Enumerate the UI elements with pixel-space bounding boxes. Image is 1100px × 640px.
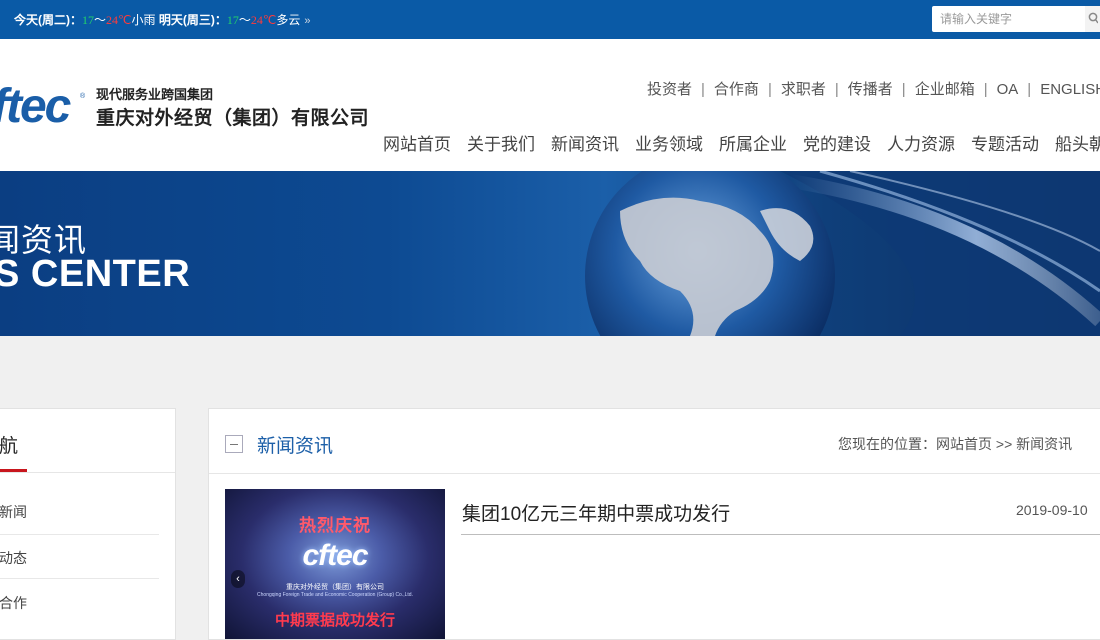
thumb-headline: 热烈庆祝 <box>299 516 371 535</box>
separator: | <box>834 81 839 98</box>
logo-tagline: 现代服务业跨国集团 <box>96 87 214 102</box>
thumb-logo: cftec <box>302 539 368 572</box>
nav-subsidiaries[interactable]: 所属企业 <box>719 135 787 154</box>
util-link-jobseeker[interactable]: 求职者 <box>781 81 826 98</box>
today-high-temp: 24℃ <box>106 13 132 27</box>
util-link-partner[interactable]: 合作商 <box>714 81 759 98</box>
divider <box>209 473 1100 474</box>
separator: | <box>983 81 988 98</box>
banner-title-en: S CENTER <box>0 253 191 295</box>
utility-links: 投资者 | 合作商 | 求职者 | 传播者 | 企业邮箱 | OA | ENGLISH <box>647 78 1100 99</box>
breadcrumb: 您现在的位置：网站首页 >> 新闻资讯 <box>838 436 1073 452</box>
separator: | <box>767 81 772 98</box>
nav-hr[interactable]: 人力资源 <box>887 135 955 154</box>
today-label: 今天(周二)： <box>14 13 82 27</box>
separator: | <box>701 81 705 98</box>
search-input[interactable] <box>932 6 1082 32</box>
thumb-company: 重庆对外经贸（集团）有限公司 <box>286 584 384 591</box>
tilde: ～ <box>94 13 107 27</box>
tomorrow-condition: 多云 <box>276 13 301 27</box>
chevron-left-icon[interactable]: ‹ <box>231 570 245 588</box>
util-link-mail[interactable]: 企业邮箱 <box>915 81 975 98</box>
util-link-english[interactable]: ENGLISH <box>1040 81 1100 98</box>
site-header: ftec ® 现代服务业跨国集团 重庆对外经贸（集团）有限公司 投资者 | 合作商 |… <box>0 39 1100 171</box>
sidebar-item-news[interactable]: 新闻 <box>0 502 27 522</box>
divider <box>0 534 159 535</box>
thumb-caption: 中期票据成功发行 <box>274 612 395 629</box>
util-link-oa[interactable]: OA <box>997 81 1019 98</box>
tilde: ～ <box>238 13 251 27</box>
today-low-temp: 17 <box>82 13 94 27</box>
main-nav: 网站首页关于我们新闻资讯业务领域所属企业党的建设人力资源专题活动船头朝外 <box>383 130 1100 155</box>
nav-business[interactable]: 业务领域 <box>635 135 703 154</box>
divider <box>0 578 159 579</box>
nav-party[interactable]: 党的建设 <box>803 135 871 154</box>
main-content: 新闻资讯 您现在的位置：网站首页 >> 新闻资讯 热烈庆祝 cftec 重庆对外… <box>208 408 1100 640</box>
search-icon <box>1088 12 1098 24</box>
sidebar-item-updates[interactable]: 动态 <box>0 548 27 568</box>
today-condition: 小雨 <box>131 13 156 27</box>
sidebar-title: 航 <box>0 436 19 457</box>
tomorrow-low-temp: 17 <box>226 13 239 27</box>
separator: | <box>1027 81 1032 98</box>
search-button[interactable] <box>1085 6 1100 32</box>
sidebar-item-cooperation[interactable]: 合作 <box>0 593 27 613</box>
collapse-icon[interactable] <box>225 435 243 453</box>
more-weather-icon[interactable]: » <box>304 15 310 27</box>
nav-news[interactable]: 新闻资讯 <box>551 135 619 154</box>
util-link-investor[interactable]: 投资者 <box>647 81 692 98</box>
nav-outward[interactable]: 船头朝外 <box>1055 135 1100 154</box>
search-box <box>932 6 1100 32</box>
news-thumbnail[interactable]: 热烈庆祝 cftec 重庆对外经贸（集团）有限公司 Chongqing Fore… <box>225 489 445 639</box>
top-bar: 今天(周二)：17～24℃小雨 明天(周三)：17～24℃多云» <box>0 0 1100 39</box>
nav-home[interactable]: 网站首页 <box>383 135 451 154</box>
tomorrow-high-temp: 24℃ <box>250 13 277 27</box>
tomorrow-label: 明天(周三)： <box>158 13 227 27</box>
weather-forecast: 今天(周二)：17～24℃小雨 明天(周三)：17～24℃多云» <box>14 11 311 28</box>
divider <box>461 534 1100 535</box>
thumb-company-en: Chongqing Foreign Trade and Economic Coo… <box>257 592 413 598</box>
separator: | <box>901 81 906 98</box>
news-banner: 闻资讯 S CENTER <box>0 171 1100 336</box>
news-item-date: 2019-09-10 <box>1016 502 1088 518</box>
section-title: 新闻资讯 <box>257 436 334 457</box>
news-item-title[interactable]: 集团10亿元三年期中票成功发行 <box>462 499 730 526</box>
nav-topics[interactable]: 专题活动 <box>971 135 1039 154</box>
sidebar: 航 新闻 动态 合作 <box>0 408 176 640</box>
nav-about[interactable]: 关于我们 <box>467 135 535 154</box>
company-name[interactable]: 重庆对外经贸（集团）有限公司 <box>96 103 369 130</box>
logo-mark[interactable]: ftec <box>0 83 71 131</box>
util-link-media[interactable]: 传播者 <box>848 81 893 98</box>
logo-registered: ® <box>80 93 86 100</box>
divider <box>0 472 175 473</box>
